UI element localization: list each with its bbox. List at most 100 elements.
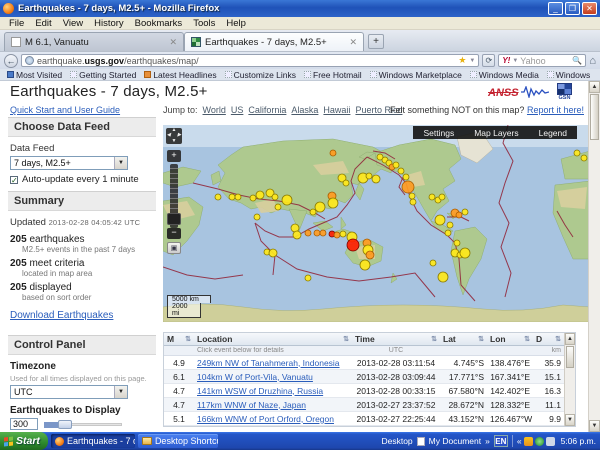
restore-button[interactable]: ❐ [565,2,580,15]
table-scrollbar-thumb[interactable] [566,346,574,368]
tab-vanuatu[interactable]: M 6.1, Vanuatu ✕ [4,32,184,51]
jump-link-world[interactable]: World [203,105,226,115]
earthquake-marker[interactable] [292,230,302,240]
earthquake-marker[interactable] [304,274,312,282]
yahoo-engine-icon[interactable]: Y! [502,56,510,65]
column-header-time[interactable]: Time ⇅ [352,334,440,344]
zoom-out-button[interactable]: − [167,228,181,239]
jump-link-california[interactable]: California [248,105,286,115]
table-row[interactable]: 4.7 141km WSW of Druzhina, Russia 2013-0… [164,384,564,398]
earthquake-marker[interactable] [428,193,436,201]
table-row[interactable]: 4.7 117km WNW of Naze, Japan 2013-02-27 … [164,398,564,412]
earthquake-marker[interactable] [214,193,222,201]
report-it-link[interactable]: Report it here! [527,105,584,115]
new-tab-button[interactable]: + [368,34,384,49]
my-document-label[interactable]: My Document [429,436,481,446]
earthquake-marker[interactable] [271,193,279,201]
earthquake-marker[interactable] [313,229,321,237]
zoom-slider-handle[interactable] [167,213,181,225]
start-button[interactable]: Start [0,432,48,450]
earthquake-marker[interactable] [249,194,257,202]
world-map[interactable]: Settings Map Layers Legend ▲ ◀ ▶ ▼ + − ▣ 5000… [163,125,590,322]
search-input[interactable]: Yahoo [520,56,570,66]
table-row[interactable]: 5.1 166km WNW of Port Orford, Oregon 201… [164,412,564,426]
earthquake-marker[interactable] [274,203,282,211]
url-bar[interactable]: earthquake.usgs.gov/earthquakes/map/ ★ ▼ [21,54,480,67]
earthquake-marker[interactable] [444,229,452,237]
data-feed-select[interactable]: 7 days, M2.5+ ▼ [10,156,128,170]
earthquake-marker[interactable] [333,231,341,239]
bookmark-most-visited[interactable]: Most Visited [4,70,65,80]
bookmark-windows-marketplace[interactable]: Windows Marketplace [367,70,465,80]
jump-link-us[interactable]: US [231,105,244,115]
sort-icon[interactable]: ⇅ [524,335,530,343]
bookmark-windows-media[interactable]: Windows Media [467,70,542,80]
menu-view[interactable]: View [58,18,88,29]
column-header-lon[interactable]: Lon ⇅ [487,334,533,344]
scroll-up-icon[interactable]: ▲ [565,333,575,345]
earthquake-marker[interactable] [314,201,326,213]
table-scrollbar[interactable]: ▲ ▼ [564,333,575,426]
bookmark-latest-headlines[interactable]: Latest Headlines [141,70,219,80]
task-button-firefox[interactable]: Earthquakes - 7 days,... [50,434,135,448]
tray-icon-1[interactable] [523,436,533,446]
earthquake-marker[interactable] [268,248,278,258]
earthquake-marker[interactable] [359,259,371,271]
earthquake-marker[interactable] [408,192,416,200]
select-dropdown-icon[interactable]: ▼ [114,386,127,398]
bookmark-free-hotmail[interactable]: Free Hotmail [301,70,365,80]
earthquake-marker[interactable] [429,259,437,267]
column-header-location[interactable]: Location ⇅ [194,334,352,344]
event-link[interactable]: 166km WNW of Port Orford, Oregon [197,414,334,424]
language-indicator[interactable]: EN [493,435,508,447]
map-pan-control[interactable]: ▲ ◀ ▶ ▼ [166,128,182,144]
earthquake-marker[interactable] [327,197,339,209]
sort-icon[interactable]: ⇅ [478,335,484,343]
earthquake-marker[interactable] [228,193,236,201]
bookmark-customize-links[interactable]: Customize Links [222,70,299,80]
sort-icon[interactable]: ⇅ [431,335,437,343]
tray-collapse-chevron[interactable]: « [517,436,522,446]
close-button[interactable]: ✕ [582,2,597,15]
column-header-m[interactable]: M ⇅ [164,334,194,344]
earthquake-marker[interactable] [434,214,446,226]
download-earthquakes-link[interactable]: Download Earthquakes [10,310,113,321]
earthquake-marker[interactable] [281,194,293,206]
menu-help[interactable]: Help [221,18,251,29]
page-scrollbar-thumb[interactable] [590,94,599,140]
sort-icon[interactable]: ⇅ [343,335,349,343]
earthquake-marker[interactable] [446,221,454,229]
auto-update-checkbox[interactable]: ✓ [10,175,18,184]
bookmark-getting-started[interactable]: Getting Started [67,70,139,80]
earthquake-marker[interactable] [346,238,360,252]
earthquake-marker[interactable] [253,213,261,221]
reload-button[interactable]: ⟳ [482,54,496,67]
column-header-lat[interactable]: Lat ⇅ [440,334,487,344]
earthquake-marker[interactable] [402,173,410,181]
event-link[interactable]: 104km W of Port-Vila, Vanuatu [197,372,313,382]
earthquake-marker[interactable] [319,229,327,237]
page-scrollbar[interactable]: ▲ ▼ [588,81,600,432]
earthquake-marker[interactable] [339,230,347,238]
menu-history[interactable]: History [89,18,129,29]
earthquakes-to-display-slider[interactable] [44,419,122,429]
bookmark-star-icon[interactable]: ★ [458,55,466,66]
earthquake-marker[interactable] [437,271,449,283]
url-text[interactable]: earthquake.usgs.gov/earthquakes/map/ [37,56,455,66]
column-header-d[interactable]: D ⇅ [533,334,564,344]
home-button[interactable]: ⌂ [589,55,596,67]
select-dropdown-icon[interactable]: ▼ [114,157,127,169]
slider-thumb[interactable] [58,420,72,429]
scroll-down-icon[interactable]: ▼ [589,420,600,432]
menu-bookmarks[interactable]: Bookmarks [130,18,188,29]
earthquake-marker[interactable] [455,211,463,219]
minimize-button[interactable]: _ [548,2,563,15]
earthquake-marker[interactable] [397,167,405,175]
site-identity-globe-icon[interactable] [25,56,34,65]
earthquake-marker[interactable] [461,208,469,216]
map-reset-button[interactable]: ▣ [167,242,181,254]
scroll-up-icon[interactable]: ▲ [589,81,600,93]
menu-file[interactable]: File [4,18,29,29]
earthquake-marker[interactable] [365,172,373,180]
map-button-legend[interactable]: Legend [529,128,577,138]
